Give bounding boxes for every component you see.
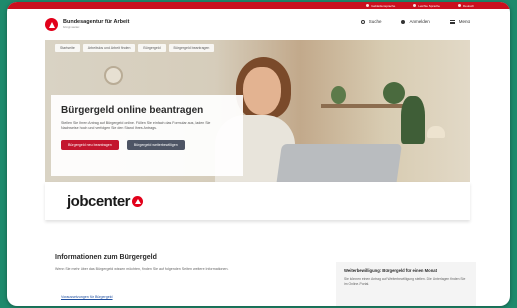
language-label: Deutsch bbox=[462, 3, 474, 8]
person-face-image bbox=[243, 67, 281, 115]
side-card-text: Sie können einen Antrag auf Weiterbewill… bbox=[344, 277, 466, 287]
easy-language-link[interactable]: Leichte Sprache bbox=[413, 4, 440, 8]
login-label: Anmelden bbox=[409, 19, 430, 24]
user-icon bbox=[401, 19, 406, 24]
hero-section: Startseite Arbeitslos und Arbeit finden … bbox=[45, 40, 470, 182]
header-nav: Suche Anmelden Menü bbox=[360, 19, 470, 24]
menu-button[interactable]: Menü bbox=[449, 19, 470, 24]
info-title: Informationen zum Bürgergeld bbox=[55, 254, 157, 261]
breadcrumb-home[interactable]: Startseite bbox=[55, 44, 80, 52]
info-link[interactable]: Voraussetzungen für Bürgergeld bbox=[61, 295, 113, 299]
breadcrumb-item[interactable]: Bürgergeld bbox=[138, 44, 166, 52]
jobcenter-banner: jobcenter bbox=[45, 182, 470, 220]
info-section: Informationen zum Bürgergeld Wenn Sie me… bbox=[45, 220, 476, 306]
site-header: Bundesagentur für Arbeit bringt weiter. … bbox=[7, 9, 510, 40]
top-utility-bar: Gebärdensprache Leichte Sprache Deutsch bbox=[7, 2, 510, 9]
wall-clock-image bbox=[104, 66, 123, 85]
breadcrumb-item[interactable]: Arbeitslos und Arbeit finden bbox=[82, 44, 136, 52]
login-button[interactable]: Anmelden bbox=[401, 19, 430, 24]
sign-language-icon bbox=[366, 4, 370, 7]
breadcrumb-current: Bürgergeld beantragen bbox=[168, 44, 215, 52]
logo-text[interactable]: Bundesagentur für Arbeit bringt weiter. bbox=[63, 19, 129, 30]
search-icon bbox=[360, 19, 365, 24]
browser-window: Gebärdensprache Leichte Sprache Deutsch … bbox=[7, 2, 510, 306]
search-button[interactable]: Suche bbox=[360, 19, 382, 24]
shelf-image bbox=[321, 104, 409, 108]
plant-image bbox=[401, 96, 425, 144]
ba-logo-icon[interactable] bbox=[45, 18, 58, 31]
easy-language-label: Leichte Sprache bbox=[418, 3, 440, 8]
jobcenter-logo-text: jobcenter bbox=[67, 192, 131, 210]
globe-icon bbox=[457, 4, 461, 7]
sign-language-label: Gebärdensprache bbox=[371, 3, 396, 8]
search-label: Suche bbox=[368, 19, 382, 24]
hero-buttons: Bürgergeld neu beantragen Bürgergeld wei… bbox=[61, 139, 233, 150]
sign-language-link[interactable]: Gebärdensprache bbox=[366, 4, 395, 8]
lamp-image bbox=[427, 126, 445, 138]
plant-image bbox=[383, 82, 405, 104]
hero-title: Bürgergeld online beantragen bbox=[61, 105, 204, 116]
side-info-card[interactable]: Weiterbewilligung: Bürgergeld für einen … bbox=[336, 262, 476, 306]
info-text: Wenn Sie mehr über das Bürgergeld wissen… bbox=[55, 267, 229, 271]
breadcrumb: Startseite Arbeitslos und Arbeit finden … bbox=[55, 44, 215, 52]
side-card-title: Weiterbewilligung: Bürgergeld für einen … bbox=[344, 268, 437, 273]
jobcenter-logo-icon bbox=[132, 195, 144, 207]
apply-continuation-button[interactable]: Bürgergeld weiterbewilligen bbox=[126, 139, 185, 150]
org-tagline: bringt weiter. bbox=[63, 25, 81, 30]
hero-teaser-box: Bürgergeld online beantragen Stellen Sie… bbox=[51, 95, 243, 176]
language-select[interactable]: Deutsch bbox=[457, 3, 474, 8]
plant-image bbox=[331, 86, 346, 104]
apply-new-button[interactable]: Bürgergeld neu beantragen bbox=[61, 139, 119, 150]
hero-text: Stellen Sie Ihren Antrag auf Bürgergeld … bbox=[61, 121, 211, 131]
hamburger-menu-icon bbox=[449, 19, 455, 24]
laptop-image bbox=[276, 144, 402, 182]
menu-label: Menü bbox=[458, 19, 470, 24]
easy-language-icon bbox=[413, 4, 417, 7]
